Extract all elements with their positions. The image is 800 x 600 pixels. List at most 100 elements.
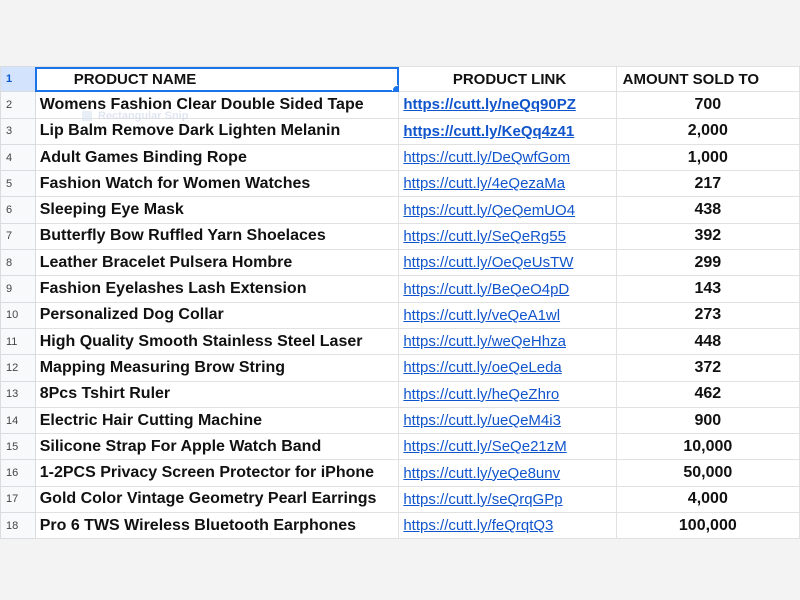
- amount-sold-cell[interactable]: 217: [615, 170, 800, 198]
- product-link-cell[interactable]: https://cutt.ly/KeQq4z41: [398, 117, 617, 145]
- product-link-cell[interactable]: https://cutt.ly/seQrqGPp: [398, 485, 617, 514]
- product-link-cell[interactable]: https://cutt.ly/SeQeRg55: [398, 222, 617, 251]
- row-number[interactable]: 2: [0, 91, 36, 119]
- amount-sold-cell[interactable]: 2,000: [615, 117, 800, 145]
- product-name-cell[interactable]: Silicone Strap For Apple Watch Band: [34, 433, 400, 461]
- product-link[interactable]: https://cutt.ly/KeQq4z41: [403, 123, 574, 140]
- product-link[interactable]: https://cutt.ly/QeQemUO4: [403, 202, 575, 219]
- row-number[interactable]: 8: [0, 249, 36, 277]
- product-name-cell[interactable]: Adult Games Binding Rope: [34, 143, 400, 172]
- product-name-cell[interactable]: Mapping Measuring Brow String: [34, 354, 400, 382]
- product-name-cell[interactable]: Pro 6 TWS Wireless Bluetooth Earphones: [34, 512, 400, 540]
- row-number[interactable]: 1: [0, 65, 36, 93]
- table-row: 5 Fashion Watch for Women Watches https://…: [0, 170, 800, 198]
- row-number[interactable]: 7: [0, 222, 36, 251]
- row-number[interactable]: 9: [0, 275, 36, 303]
- product-link-cell[interactable]: https://cutt.ly/veQeA1wl: [398, 301, 617, 329]
- product-name-cell[interactable]: Fashion Watch for Women Watches: [34, 170, 400, 198]
- amount-sold-cell[interactable]: 100,000: [615, 512, 800, 540]
- row-number[interactable]: 13: [0, 380, 36, 408]
- header-product-name-label: PRODUCT NAME: [73, 70, 197, 88]
- row-number[interactable]: 12: [0, 354, 36, 382]
- amount-sold-cell[interactable]: 10,000: [615, 433, 800, 461]
- amount-sold-cell[interactable]: 273: [615, 301, 800, 329]
- row-number[interactable]: 11: [0, 327, 36, 356]
- amount-sold-cell[interactable]: 462: [615, 380, 800, 408]
- row-number[interactable]: 17: [0, 485, 36, 514]
- amount-sold-cell[interactable]: 1,000: [615, 143, 800, 172]
- product-link[interactable]: https://cutt.ly/seQrqGPp: [403, 491, 562, 508]
- product-link[interactable]: https://cutt.ly/4eQezaMa: [403, 175, 565, 192]
- product-link[interactable]: https://cutt.ly/neQq90PZ: [403, 96, 576, 113]
- product-link-cell[interactable]: https://cutt.ly/QeQemUO4: [398, 196, 617, 224]
- row-number[interactable]: 6: [0, 196, 36, 224]
- product-link-cell[interactable]: https://cutt.ly/SeQe21zM: [398, 433, 617, 461]
- header-amount-sold-cell[interactable]: AMOUNT SOLD TO: [615, 65, 800, 93]
- product-link[interactable]: https://cutt.ly/SeQeRg55: [403, 228, 566, 245]
- product-link[interactable]: https://cutt.ly/feQrqtQ3: [403, 517, 553, 534]
- product-name-cell[interactable]: Gold Color Vintage Geometry Pearl Earrin…: [34, 485, 400, 514]
- product-link[interactable]: https://cutt.ly/OeQeUsTW: [403, 254, 573, 271]
- table-row: 17 Gold Color Vintage Geometry Pearl Earr…: [0, 485, 800, 514]
- header-product-name-cell[interactable]: PRODUCT NAME: [34, 65, 400, 93]
- amount-sold-cell[interactable]: 900: [615, 406, 800, 435]
- row-number[interactable]: 10: [0, 301, 36, 329]
- product-name-cell[interactable]: Butterfly Bow Ruffled Yarn Shoelaces: [34, 222, 400, 251]
- product-name-cell[interactable]: High Quality Smooth Stainless Steel Lase…: [34, 327, 400, 356]
- product-name-cell[interactable]: Womens Fashion Clear Double Sided Tape: [34, 91, 400, 119]
- product-link[interactable]: https://cutt.ly/oeQeLeda: [403, 359, 561, 376]
- product-link-cell[interactable]: https://cutt.ly/neQq90PZ: [398, 91, 617, 119]
- product-link-cell[interactable]: https://cutt.ly/heQeZhro: [398, 380, 617, 408]
- table-row: 6 Sleeping Eye Mask https://cutt.ly/QeQemU…: [0, 196, 800, 224]
- product-link[interactable]: https://cutt.ly/weQeHhza: [403, 333, 566, 350]
- row-number[interactable]: 15: [0, 433, 36, 461]
- row-number[interactable]: 4: [0, 143, 36, 172]
- product-link-cell[interactable]: https://cutt.ly/yeQe8unv: [398, 459, 617, 487]
- product-link[interactable]: https://cutt.ly/heQeZhro: [403, 386, 559, 403]
- table-row: 12 Mapping Measuring Brow String https://c…: [0, 354, 800, 382]
- product-link[interactable]: https://cutt.ly/BeQeO4pD: [403, 281, 569, 298]
- product-link[interactable]: https://cutt.ly/SeQe21zM: [403, 438, 566, 455]
- amount-sold-cell[interactable]: 372: [615, 354, 800, 382]
- amount-sold-cell[interactable]: 143: [615, 275, 800, 303]
- header-row: 1 PRODUCT NAME PRODUCT LINK AMOUNT SOLD …: [0, 65, 800, 93]
- product-link-cell[interactable]: https://cutt.ly/DeQwfGom: [398, 143, 617, 172]
- amount-sold-cell[interactable]: 700: [615, 91, 800, 119]
- amount-sold-cell[interactable]: 299: [615, 249, 800, 277]
- product-name-cell[interactable]: Personalized Dog Collar: [34, 301, 400, 329]
- product-link[interactable]: https://cutt.ly/DeQwfGom: [403, 149, 570, 166]
- product-link-cell[interactable]: https://cutt.ly/OeQeUsTW: [398, 249, 617, 277]
- product-link-cell[interactable]: https://cutt.ly/weQeHhza: [398, 327, 617, 356]
- amount-sold-cell[interactable]: 448: [615, 327, 800, 356]
- product-link-cell[interactable]: https://cutt.ly/4eQezaMa: [398, 170, 617, 198]
- row-number[interactable]: 5: [0, 170, 36, 198]
- row-number[interactable]: 3: [0, 117, 36, 145]
- amount-sold-cell[interactable]: 392: [615, 222, 800, 251]
- product-link[interactable]: https://cutt.ly/yeQe8unv: [403, 465, 560, 482]
- product-name-cell[interactable]: 1-2PCS Privacy Screen Protector for iPho…: [34, 459, 400, 487]
- product-name-cell[interactable]: 8Pcs Tshirt Ruler: [34, 380, 400, 408]
- amount-sold-cell[interactable]: 50,000: [615, 459, 800, 487]
- row-number[interactable]: 14: [0, 406, 36, 435]
- spreadsheet-grid: 1 PRODUCT NAME PRODUCT LINK AMOUNT SOLD …: [0, 65, 800, 540]
- product-link-cell[interactable]: https://cutt.ly/BeQeO4pD: [398, 275, 617, 303]
- product-name-cell[interactable]: Fashion Eyelashes Lash Extension: [34, 275, 400, 303]
- table-row: 4 Adult Games Binding Rope https://cutt.ly…: [0, 143, 800, 172]
- product-name-cell[interactable]: Electric Hair Cutting Machine: [34, 406, 400, 435]
- row-number[interactable]: 16: [0, 459, 36, 487]
- row-number[interactable]: 18: [0, 512, 36, 540]
- product-link[interactable]: https://cutt.ly/ueQeM4i3: [403, 412, 561, 429]
- product-link-cell[interactable]: https://cutt.ly/ueQeM4i3: [398, 406, 617, 435]
- product-name-cell[interactable]: Sleeping Eye Mask: [34, 196, 400, 224]
- amount-sold-cell[interactable]: 4,000: [615, 485, 800, 514]
- product-name-cell[interactable]: Leather Bracelet Pulsera Hombre: [34, 249, 400, 277]
- product-link-cell[interactable]: https://cutt.ly/oeQeLeda: [398, 354, 617, 382]
- header-product-link-cell[interactable]: PRODUCT LINK: [398, 65, 617, 93]
- product-name-cell[interactable]: Lip Balm Remove Dark Lighten Melanin: [34, 117, 400, 145]
- product-link-cell[interactable]: https://cutt.ly/feQrqtQ3: [398, 512, 617, 540]
- table-row: 8 Leather Bracelet Pulsera Hombre https://…: [0, 249, 800, 277]
- table-row: 9 Fashion Eyelashes Lash Extension https:/…: [0, 275, 800, 303]
- selection-fill-handle[interactable]: [392, 85, 398, 91]
- product-link[interactable]: https://cutt.ly/veQeA1wl: [403, 307, 560, 324]
- amount-sold-cell[interactable]: 438: [615, 196, 800, 224]
